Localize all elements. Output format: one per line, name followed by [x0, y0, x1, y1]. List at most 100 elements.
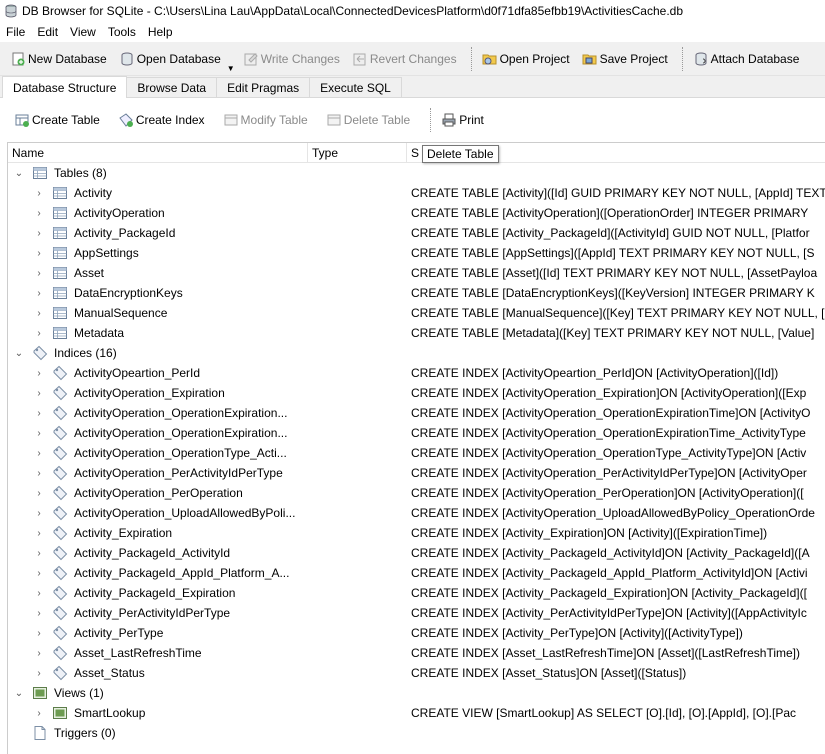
save-project-button[interactable]: Save Project [578, 46, 672, 72]
chevron-right-icon[interactable]: › [32, 568, 46, 579]
chevron-right-icon[interactable]: › [32, 488, 46, 499]
revert-changes-button[interactable]: Revert Changes [348, 46, 461, 72]
tab-edit-pragmas[interactable]: Edit Pragmas [216, 77, 311, 97]
table-icon [52, 225, 68, 241]
open-database-dropdown-icon[interactable]: ▼ [227, 64, 235, 75]
tree-item-row[interactable]: › Asset_LastRefreshTime CREATE INDEX [Asse… [8, 643, 825, 663]
table-icon [52, 185, 68, 201]
tree-group-tables[interactable]: ⌄ Tables (8) [8, 163, 825, 183]
chevron-right-icon[interactable]: › [32, 328, 46, 339]
tree-item-row[interactable]: › DataEncryptionKeys CREATE TABLE [DataEnc… [8, 283, 825, 303]
tree-item-row[interactable]: › ActivityOperation_Expiration CREATE INDE… [8, 383, 825, 403]
menu-edit[interactable]: Edit [31, 22, 64, 42]
chevron-right-icon[interactable]: › [32, 548, 46, 559]
create-table-label: Create Table [32, 112, 100, 127]
schema-cell: CREATE INDEX [ActivityOperation_PerOpera… [411, 486, 804, 500]
chevron-right-icon[interactable]: › [32, 268, 46, 279]
tree-item-row[interactable]: › Activity_PackageId_AppId_Platform_A... C… [8, 563, 825, 583]
chevron-right-icon[interactable]: › [32, 708, 46, 719]
chevron-right-icon[interactable]: › [32, 388, 46, 399]
chevron-right-icon[interactable]: › [32, 628, 46, 639]
tree-item-name-cell: › Activity_PackageId [8, 225, 308, 241]
tree-item-name: ActivityOperation_OperationExpiration... [74, 406, 288, 420]
tree-group-indices[interactable]: ⌄ Indices (16) [8, 343, 825, 363]
tree-item-row[interactable]: › Asset_Status CREATE INDEX [Asset_Status]… [8, 663, 825, 683]
tree-item-row[interactable]: › Activity_PackageId_Expiration CREATE IND… [8, 583, 825, 603]
chevron-right-icon[interactable]: › [32, 248, 46, 259]
chevron-right-icon[interactable]: › [32, 308, 46, 319]
tree-item-row[interactable]: › Activity_PerActivityIdPerType CREATE IND… [8, 603, 825, 623]
tree-item-row[interactable]: › AppSettings CREATE TABLE [AppSettings]([… [8, 243, 825, 263]
write-changes-button[interactable]: Write Changes [239, 46, 344, 72]
tree-item-row[interactable]: › Activity_PerType CREATE INDEX [Activity_… [8, 623, 825, 643]
index-tag-icon [52, 525, 68, 541]
menu-bar: File Edit View Tools Help [0, 22, 825, 42]
toolbar-separator [430, 107, 432, 132]
schema-cell: CREATE TABLE [ActivityOperation]([Operat… [411, 206, 809, 220]
tree-item-row[interactable]: › Activity_Expiration CREATE INDEX [Activi… [8, 523, 825, 543]
chevron-down-icon[interactable]: ⌄ [12, 688, 26, 699]
modify-table-button[interactable]: Modify Table [219, 107, 312, 133]
chevron-right-icon[interactable]: › [32, 608, 46, 619]
create-table-button[interactable]: Create Table [10, 107, 104, 133]
menu-help[interactable]: Help [142, 22, 179, 42]
column-header-name[interactable]: Name [8, 143, 308, 163]
schema-tree[interactable]: Name Type S ⌄ Tables (8) › Activity CREATE T… [7, 142, 825, 754]
open-database-button[interactable]: Open Database [115, 46, 225, 72]
attach-database-button[interactable]: Attach Database [689, 46, 804, 72]
chevron-right-icon[interactable]: › [32, 228, 46, 239]
chevron-right-icon[interactable]: › [32, 208, 46, 219]
tree-item-row[interactable]: › ActivityOperation_PerActivityIdPerType C… [8, 463, 825, 483]
tree-item-row[interactable]: › ActivityOperation_OperationExpiration..… [8, 403, 825, 423]
chevron-right-icon[interactable]: › [32, 528, 46, 539]
tree-group-triggers[interactable]: Triggers (0) [8, 723, 825, 743]
open-project-button[interactable]: Open Project [478, 46, 574, 72]
chevron-right-icon[interactable]: › [32, 408, 46, 419]
chevron-right-icon[interactable]: › [32, 588, 46, 599]
tree-item-row[interactable]: › SmartLookup CREATE VIEW [SmartLookup] AS… [8, 703, 825, 723]
tree-item-row[interactable]: › ActivityOperation_PerOperation CREATE IN… [8, 483, 825, 503]
print-button[interactable]: Print [437, 107, 488, 133]
chevron-right-icon[interactable]: › [32, 188, 46, 199]
chevron-down-icon[interactable]: ⌄ [12, 168, 26, 179]
tab-execute-sql[interactable]: Execute SQL [309, 77, 402, 97]
tree-item-row[interactable]: › ActivityOpeartion_PerId CREATE INDEX [Ac… [8, 363, 825, 383]
column-header-type[interactable]: Type [308, 143, 407, 163]
tree-item-name-cell: › Asset [8, 265, 308, 281]
tree-item-row[interactable]: › Metadata CREATE TABLE [Metadata]([Key] T… [8, 323, 825, 343]
menu-tools[interactable]: Tools [102, 22, 142, 42]
tree-group-views[interactable]: ⌄ Views (1) [8, 683, 825, 703]
tree-item-name: Asset [74, 266, 105, 280]
tab-browse-data[interactable]: Browse Data [126, 77, 218, 97]
tab-database-structure[interactable]: Database Structure [2, 76, 128, 98]
tree-item-row[interactable]: › Asset CREATE TABLE [Asset]([Id] TEXT PRI… [8, 263, 825, 283]
tree-item-row[interactable]: › ActivityOperation_OperationType_Acti...… [8, 443, 825, 463]
chevron-right-icon[interactable]: › [32, 648, 46, 659]
chevron-right-icon[interactable]: › [32, 368, 46, 379]
tree-item-row[interactable]: › ManualSequence CREATE TABLE [ManualSeque… [8, 303, 825, 323]
tree-item-name-cell: › ActivityOperation_UploadAllowedByPoli..… [8, 505, 308, 521]
menu-view[interactable]: View [64, 22, 102, 42]
new-database-button[interactable]: New Database [6, 46, 111, 72]
chevron-right-icon[interactable]: › [32, 468, 46, 479]
chevron-right-icon[interactable]: › [32, 428, 46, 439]
tree-item-row[interactable]: › ActivityOperation_OperationExpiration..… [8, 423, 825, 443]
delete-table-button[interactable]: Delete Table [322, 107, 415, 133]
chevron-right-icon[interactable]: › [32, 288, 46, 299]
tree-item-row[interactable]: › ActivityOperation CREATE TABLE [Activity… [8, 203, 825, 223]
tree-item-row[interactable]: › ActivityOperation_UploadAllowedByPoli..… [8, 503, 825, 523]
tree-item-name: SmartLookup [74, 706, 146, 720]
schema-cell: CREATE INDEX [Asset_Status]ON [Asset]([S… [411, 666, 687, 680]
tree-item-name: Activity_Expiration [74, 526, 173, 540]
tree-item-row[interactable]: › Activity_PackageId_ActivityId CREATE IND… [8, 543, 825, 563]
chevron-down-icon[interactable]: ⌄ [12, 348, 26, 359]
chevron-right-icon[interactable]: › [32, 448, 46, 459]
tree-item-row[interactable]: › Activity_PackageId CREATE TABLE [Activit… [8, 223, 825, 243]
chevron-right-icon[interactable]: › [32, 668, 46, 679]
tree-item-name-cell: › AppSettings [8, 245, 308, 261]
tree-item-row[interactable]: › Activity CREATE TABLE [Activity]([Id] GU… [8, 183, 825, 203]
create-index-button[interactable]: Create Index [114, 107, 209, 133]
open-project-icon [482, 51, 498, 67]
chevron-right-icon[interactable]: › [32, 508, 46, 519]
menu-file[interactable]: File [0, 22, 31, 42]
